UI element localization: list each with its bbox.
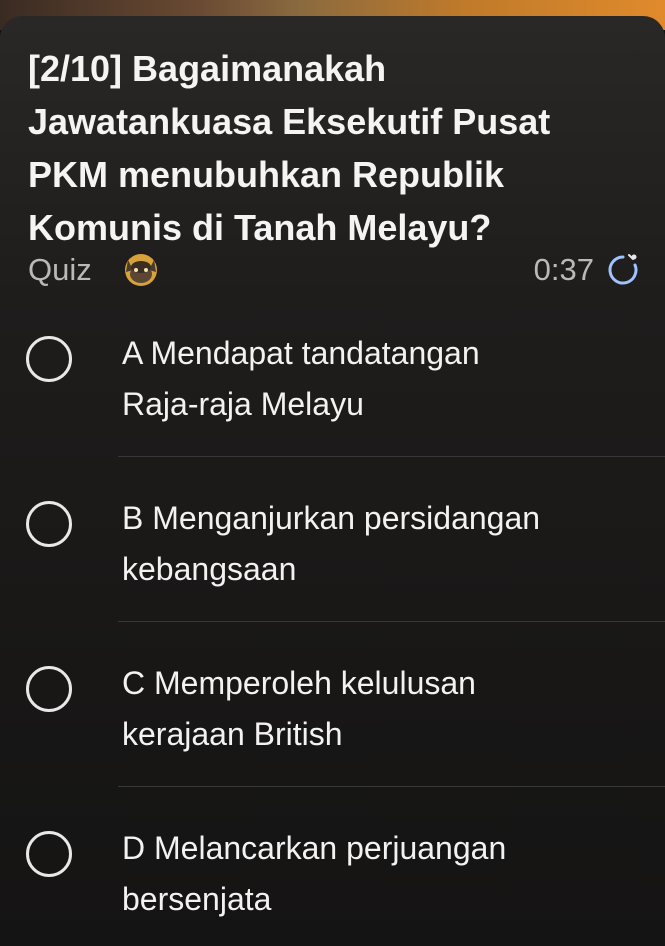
option-c-text: C Memperoleh kelulusan kerajaan British [122,658,652,760]
option-a-line-1: A Mendapat tandatangan [122,335,480,371]
question-line-1: [2/10] Bagaimanakah [28,48,387,89]
option-d-text: D Melancarkan perjuangan bersenjata [122,823,652,925]
option-divider [118,621,665,622]
question-line-2: Jawatankuasa Eksekutif Pusat [28,101,551,142]
option-c-line-2: kerajaan British [122,716,343,752]
option-d-line-1: D Melancarkan perjuangan [122,830,507,866]
option-b-radio[interactable] [26,501,72,547]
option-a-radio[interactable] [26,336,72,382]
option-b-line-2: kebangsaan [122,551,297,587]
option-b-text: B Menganjurkan persidangan kebangsaan [122,493,652,595]
option-c-radio[interactable] [26,666,72,712]
stopwatch-icon [606,252,640,286]
option-d-radio[interactable] [26,831,72,877]
option-divider [118,456,665,457]
option-divider [118,786,665,787]
quiz-card: [2/10] Bagaimanakah Jawatankuasa Eksekut… [0,16,665,946]
option-d-line-2: bersenjata [122,881,272,917]
option-c-line-1: C Memperoleh kelulusan [122,665,476,701]
option-a-line-2: Raja-raja Melayu [122,386,364,422]
cat-avatar-icon [122,250,160,288]
option-b-line-1: B Menganjurkan persidangan [122,500,541,536]
question-text: [2/10] Bagaimanakah Jawatankuasa Eksekut… [28,42,648,254]
quiz-meta-row: Quiz 0:37 [28,248,640,292]
quiz-label: Quiz [28,252,92,287]
question-line-3: PKM menubuhkan Republik [28,154,505,195]
timer-text: 0:37 [533,252,594,287]
question-line-4: Komunis di Tanah Melayu? [28,207,492,248]
option-a-text: A Mendapat tandatangan Raja-raja Melayu [122,328,652,430]
